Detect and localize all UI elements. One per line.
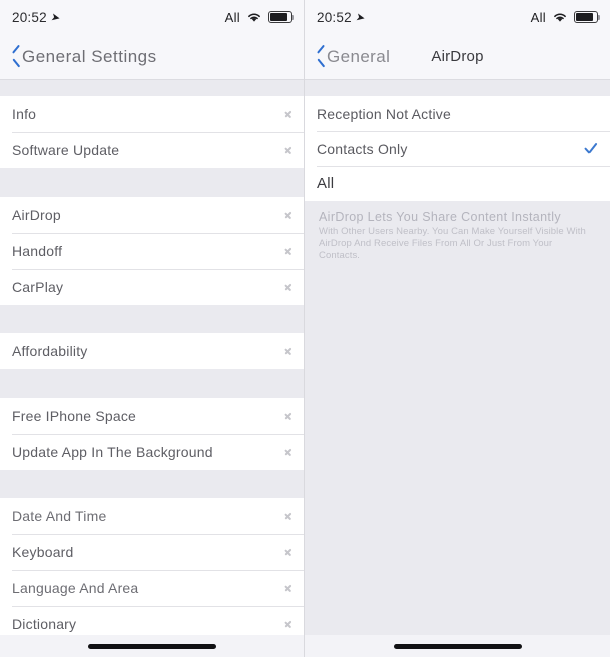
row-label: Affordability (12, 343, 88, 359)
settings-row-affordability[interactable]: Affordability (0, 333, 304, 369)
airdrop-option-reception-not-active[interactable]: Reception Not Active (305, 96, 610, 131)
dual-screen-container: 20:52 ➤ All General Settings Info Softwa… (0, 0, 610, 657)
settings-row-handoff[interactable]: Handoff (0, 233, 304, 269)
wifi-icon (248, 13, 260, 22)
settings-group-5: Date And Time Keyboard Language And Area… (0, 498, 304, 635)
page-title-left: General Settings (22, 46, 157, 66)
settings-list[interactable]: Info Software Update AirDrop Handoff Car… (0, 80, 304, 635)
back-button-label: General (327, 46, 391, 66)
status-bar-right: 20:52 ➤ All (305, 0, 610, 34)
settings-group-2: AirDrop Handoff CarPlay (0, 197, 304, 305)
airdrop-footer-note: AirDrop Lets You Share Content Instantly… (305, 201, 610, 274)
back-button-general[interactable]: General (315, 47, 390, 67)
row-label: Date And Time (12, 508, 107, 524)
section-gap (0, 168, 304, 197)
chevron-right-icon (284, 209, 292, 222)
status-time: 20:52 (12, 9, 47, 25)
nav-bar-left: General Settings (0, 34, 304, 80)
chevron-right-icon (284, 510, 292, 523)
airdrop-option-all[interactable]: All (305, 166, 610, 201)
home-indicator-bar[interactable] (393, 643, 522, 649)
row-label: Language And Area (12, 580, 139, 596)
home-indicator-area-right (305, 635, 610, 657)
home-indicator-area-left (0, 635, 304, 657)
status-bar-left: 20:52 ➤ All (0, 0, 304, 34)
settings-row-carplay[interactable]: CarPlay (0, 269, 304, 305)
chevron-left-icon (10, 47, 21, 66)
section-gap (0, 369, 304, 398)
row-label: Info (12, 106, 37, 122)
airdrop-options-group: Reception Not Active Contacts Only All (305, 96, 610, 201)
chevron-right-icon (284, 582, 292, 595)
chevron-left-icon (315, 47, 326, 66)
battery-icon (268, 11, 295, 23)
chevron-right-icon (284, 618, 292, 631)
settings-row-date-and-time[interactable]: Date And Time (0, 498, 304, 534)
home-indicator-bar[interactable] (88, 643, 216, 649)
option-label: Contacts Only (317, 140, 408, 157)
footer-heading: AirDrop Lets You Share Content Instantly (319, 210, 561, 224)
chevron-right-icon (284, 345, 292, 358)
row-label: Handoff (12, 243, 63, 259)
section-gap (0, 470, 304, 498)
status-time: 20:52 (317, 9, 352, 25)
status-bar-right-left: All (224, 9, 295, 25)
row-label: CarPlay (12, 279, 64, 295)
settings-row-free-iphone-space[interactable]: Free IPhone Space (0, 398, 304, 434)
right-screen-airdrop: 20:52 ➤ All General AirDrop Reception No… (305, 0, 610, 657)
settings-row-update-app-background[interactable]: Update App In The Background (0, 434, 304, 470)
battery-icon (574, 11, 601, 23)
chevron-right-icon (284, 410, 292, 423)
chevron-right-icon (284, 144, 292, 157)
section-gap (0, 305, 304, 333)
settings-group-3: Affordability (0, 333, 304, 369)
settings-row-airdrop[interactable]: AirDrop (0, 197, 304, 233)
airdrop-options-list[interactable]: Reception Not Active Contacts Only All A… (305, 80, 610, 635)
carrier-label: All (530, 9, 546, 25)
row-label: AirDrop (12, 207, 61, 223)
status-bar-right-right: All (530, 9, 601, 25)
chevron-right-icon (284, 546, 292, 559)
settings-row-language-and-area[interactable]: Language And Area (0, 570, 304, 606)
location-arrow-icon: ➤ (354, 10, 367, 25)
row-label: Software Update (12, 142, 120, 158)
location-arrow-icon: ➤ (49, 10, 62, 25)
footer-body: With Other Users Nearby. You Can Make Yo… (319, 226, 586, 261)
chevron-right-icon (284, 446, 292, 459)
option-label: Reception Not Active (317, 105, 451, 122)
section-gap (305, 80, 610, 96)
settings-row-dictionary[interactable]: Dictionary (0, 606, 304, 635)
chevron-right-icon (284, 245, 292, 258)
row-label: Update App In The Background (12, 444, 213, 460)
wifi-icon (554, 13, 566, 22)
checkmark-icon (583, 141, 598, 156)
section-gap (0, 80, 304, 96)
back-button-left[interactable]: General Settings (10, 47, 157, 67)
option-label: All (317, 175, 335, 192)
airdrop-option-contacts-only[interactable]: Contacts Only (305, 131, 610, 166)
chevron-right-icon (284, 281, 292, 294)
left-screen-general-settings: 20:52 ➤ All General Settings Info Softwa… (0, 0, 305, 657)
row-label: Keyboard (12, 544, 74, 560)
nav-bar-right: General AirDrop (305, 34, 610, 80)
settings-group-1: Info Software Update (0, 96, 304, 168)
chevron-right-icon (284, 108, 292, 121)
row-label: Free IPhone Space (12, 408, 137, 424)
carrier-label: All (224, 9, 240, 25)
settings-row-info[interactable]: Info (0, 96, 304, 132)
row-label: Dictionary (12, 616, 77, 632)
settings-group-4: Free IPhone Space Update App In The Back… (0, 398, 304, 470)
settings-row-software-update[interactable]: Software Update (0, 132, 304, 168)
settings-row-keyboard[interactable]: Keyboard (0, 534, 304, 570)
